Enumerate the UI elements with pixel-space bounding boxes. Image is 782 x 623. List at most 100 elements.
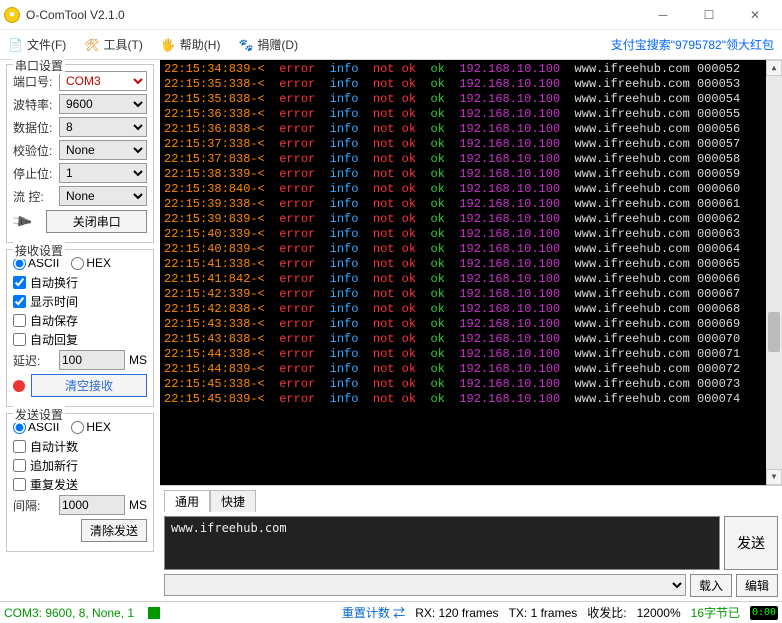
record-icon (13, 380, 25, 392)
showtime-checkbox[interactable] (13, 295, 26, 308)
receive-settings-group: 接收设置 ASCII HEX 自动换行 显示时间 自动保存 自动回复 延迟:MS… (6, 249, 154, 407)
send-legend: 发送设置 (13, 406, 65, 423)
delay-label: 延迟: (13, 352, 59, 369)
clear-send-button[interactable]: 清除发送 (81, 519, 147, 542)
history-combo[interactable] (164, 574, 686, 596)
status-rx: RX: 120 frames (415, 606, 498, 620)
maximize-button[interactable]: ☐ (686, 0, 732, 30)
autosave-checkbox[interactable] (13, 314, 26, 327)
scroll-down-icon[interactable]: ▾ (766, 469, 782, 485)
terminal-row: 22:15:36:838-< error info not ok ok 192.… (164, 122, 778, 137)
terminal-row: 22:15:39:338-< error info not ok ok 192.… (164, 197, 778, 212)
terminal-row: 22:15:36:338-< error info not ok ok 192.… (164, 107, 778, 122)
flow-label: 流 控: (13, 188, 59, 205)
recv-hex-radio[interactable]: HEX (71, 256, 111, 270)
close-button[interactable]: ✕ (732, 0, 778, 30)
delay-input[interactable] (59, 350, 125, 370)
terminal-scrollbar[interactable]: ▴ ▾ (766, 60, 782, 485)
terminal-row: 22:15:37:838-< error info not ok ok 192.… (164, 152, 778, 167)
status-ratio-value: 12000% (637, 606, 681, 620)
plug-icon: 🔌 (10, 209, 34, 233)
terminal-row: 22:15:42:838-< error info not ok ok 192.… (164, 302, 778, 317)
terminal-row: 22:15:44:338-< error info not ok ok 192.… (164, 347, 778, 362)
send-button[interactable]: 发送 (724, 516, 778, 570)
app-icon: ● (4, 7, 20, 23)
terminal-row: 22:15:45:338-< error info not ok ok 192.… (164, 377, 778, 392)
menu-file[interactable]: 📄文件(F) (8, 36, 66, 53)
status-port: COM3: 9600, 8, None, 1 (4, 606, 134, 620)
send-hex-radio[interactable]: HEX (71, 420, 111, 434)
menu-donate[interactable]: 🐾捐赠(D) (238, 36, 298, 53)
repeat-checkbox[interactable] (13, 478, 26, 491)
terminal-row: 22:15:44:839-< error info not ok ok 192.… (164, 362, 778, 377)
port-select[interactable]: COM3 (59, 71, 147, 91)
interval-label: 间隔: (13, 497, 59, 514)
autowrap-checkbox[interactable] (13, 276, 26, 289)
help-icon: 🖐 (161, 38, 176, 52)
terminal-row: 22:15:35:338-< error info not ok ok 192.… (164, 77, 778, 92)
load-button[interactable]: 载入 (690, 574, 732, 597)
autocount-checkbox[interactable] (13, 440, 26, 453)
window-title: O-ComTool V2.1.0 (26, 8, 125, 22)
serial-legend: 串口设置 (13, 57, 65, 74)
menu-bar: 📄文件(F) 🛠工具(T) 🖐帮助(H) 🐾捐赠(D) 支付宝搜索"979578… (0, 30, 782, 60)
stop-select[interactable]: 1 (59, 163, 147, 183)
port-label: 端口号: (13, 73, 59, 90)
recv-legend: 接收设置 (13, 242, 65, 259)
terminal-row: 22:15:37:338-< error info not ok ok 192.… (164, 137, 778, 152)
parity-label: 校验位: (13, 142, 59, 159)
parity-select[interactable]: None (59, 140, 147, 160)
alipay-notice[interactable]: 支付宝搜索"9795782"领大红包 (611, 36, 774, 53)
terminal-row: 22:15:42:339-< error info not ok ok 192.… (164, 287, 778, 302)
tab-general[interactable]: 通用 (164, 490, 210, 512)
appendnl-checkbox[interactable] (13, 459, 26, 472)
autoreply-checkbox[interactable] (13, 333, 26, 346)
terminal-output[interactable]: 22:15:34:839-< error info not ok ok 192.… (160, 60, 782, 485)
terminal-row: 22:15:41:842-< error info not ok ok 192.… (164, 272, 778, 287)
terminal-row: 22:15:41:338-< error info not ok ok 192.… (164, 257, 778, 272)
terminal-row: 22:15:40:839-< error info not ok ok 192.… (164, 242, 778, 257)
file-icon: 📄 (8, 38, 23, 52)
terminal-row: 22:15:38:339-< error info not ok ok 192.… (164, 167, 778, 182)
data-select[interactable]: 8 (59, 117, 147, 137)
baud-label: 波特率: (13, 96, 59, 113)
left-panel: 串口设置 端口号:COM3 波特率:9600 数据位:8 校验位:None 停止… (0, 60, 160, 601)
status-bytes: 16字节已 (691, 604, 740, 621)
close-port-button[interactable]: 关闭串口 (46, 210, 147, 233)
interval-input[interactable] (59, 495, 125, 515)
scroll-up-icon[interactable]: ▴ (766, 60, 782, 76)
data-label: 数据位: (13, 119, 59, 136)
status-tx: TX: 1 frames (509, 606, 578, 620)
terminal-row: 22:15:40:339-< error info not ok ok 192.… (164, 227, 778, 242)
delay-unit: MS (129, 353, 147, 367)
serial-settings-group: 串口设置 端口号:COM3 波特率:9600 数据位:8 校验位:None 停止… (6, 64, 154, 243)
terminal-row: 22:15:45:839-< error info not ok ok 192.… (164, 392, 778, 407)
stop-label: 停止位: (13, 165, 59, 182)
tools-icon: 🛠 (84, 38, 99, 52)
baud-select[interactable]: 9600 (59, 94, 147, 114)
title-bar: ● O-ComTool V2.1.0 ─ ☐ ✕ (0, 0, 782, 30)
minimize-button[interactable]: ─ (640, 0, 686, 30)
tab-quick[interactable]: 快捷 (210, 490, 256, 512)
send-settings-group: 发送设置 ASCII HEX 自动计数 追加新行 重复发送 间隔:MS 清除发送 (6, 413, 154, 552)
status-bar: COM3: 9600, 8, None, 1 重置计数 ⇄ RX: 120 fr… (0, 601, 782, 623)
donate-icon: 🐾 (238, 38, 253, 52)
terminal-row: 22:15:43:338-< error info not ok ok 192.… (164, 317, 778, 332)
menu-tools[interactable]: 🛠工具(T) (84, 36, 143, 53)
edit-button[interactable]: 编辑 (736, 574, 778, 597)
interval-unit: MS (129, 498, 147, 512)
terminal-row: 22:15:35:838-< error info not ok ok 192.… (164, 92, 778, 107)
menu-help[interactable]: 🖐帮助(H) (161, 36, 221, 53)
clear-recv-button[interactable]: 清空接收 (31, 374, 147, 397)
terminal-row: 22:15:43:838-< error info not ok ok 192.… (164, 332, 778, 347)
terminal-row: 22:15:39:839-< error info not ok ok 192.… (164, 212, 778, 227)
terminal-row: 22:15:34:839-< error info not ok ok 192.… (164, 62, 778, 77)
flow-select[interactable]: None (59, 186, 147, 206)
send-textarea[interactable] (164, 516, 720, 570)
send-area: 通用 快捷 发送 载入 编辑 (160, 485, 782, 601)
status-indicator-icon (148, 607, 160, 619)
reset-count-link[interactable]: 重置计数 ⇄ (342, 604, 405, 621)
clock-icon: 0:00 (750, 606, 778, 620)
scroll-thumb[interactable] (768, 312, 780, 352)
terminal-row: 22:15:38:840-< error info not ok ok 192.… (164, 182, 778, 197)
